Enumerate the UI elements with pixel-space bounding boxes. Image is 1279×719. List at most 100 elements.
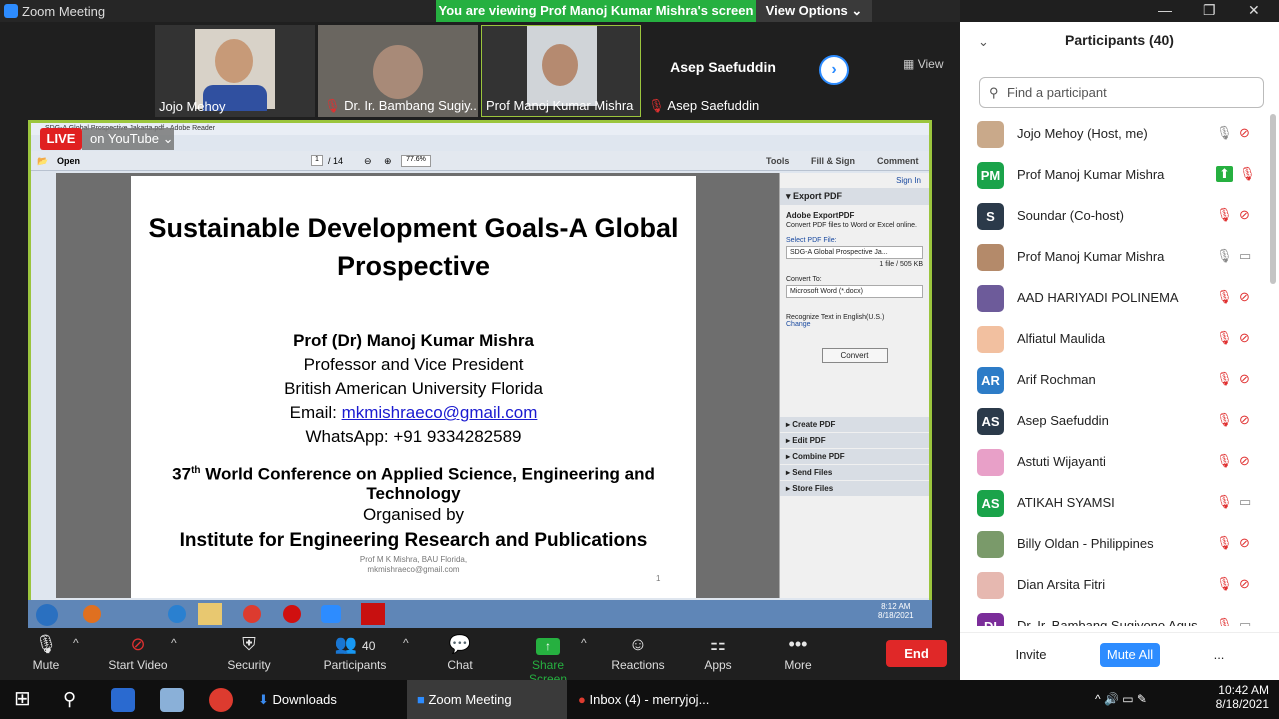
reactions-button[interactable]: ☺ Reactions (608, 632, 668, 672)
format-select[interactable]: Microsoft Word (*.docx) (786, 285, 923, 298)
chevron-up-icon[interactable]: ^ (73, 636, 79, 650)
participant-row[interactable]: DI Dr. Ir. Bambang Sugiyono Agus 🎙 ▭ (960, 606, 1270, 626)
chrome-icon[interactable] (209, 688, 233, 712)
notepad-icon[interactable] (160, 688, 184, 712)
more-button[interactable]: ••• More (779, 632, 817, 672)
security-button[interactable]: ⛨ Security (224, 632, 274, 672)
participant-row[interactable]: Astuti Wijayanti 🎙 ⊘ (960, 442, 1270, 483)
participant-row[interactable]: S Soundar (Co-host) 🎙 ⊘ (960, 196, 1270, 237)
zoom-icon: ■ (417, 692, 425, 707)
zoom-window: Zoom Meeting You are viewing Prof Manoj … (0, 0, 1279, 686)
comment-tab[interactable]: Comment (877, 156, 919, 166)
export-pdf-label: Export PDF (793, 191, 843, 201)
pdf-conf-num: 37 (172, 464, 192, 484)
minimize-icon[interactable]: — (1158, 2, 1172, 18)
panel-footer: Invite Mute All ... (960, 632, 1279, 680)
live-on-youtube[interactable]: on YouTube ⌄ (82, 128, 174, 150)
section-create-pdf[interactable]: ▸ Create PDF (780, 417, 929, 432)
avatar (977, 326, 1004, 353)
apps-button[interactable]: ⚏ Apps (700, 632, 736, 672)
participant-row[interactable]: AS ATIKAH SYAMSI 🎙 ▭ (960, 483, 1270, 524)
restore-icon[interactable]: ❐ (1203, 2, 1216, 19)
view-options-button[interactable]: View Options ⌄ (756, 0, 872, 22)
participant-row[interactable]: AAD HARIYADI POLINEMA 🎙 ⊘ (960, 278, 1270, 319)
participant-row[interactable]: Billy Oldan - Philippines 🎙 ⊘ (960, 524, 1270, 565)
participant-row[interactable]: Jojo Mehoy (Host, me) 🎙 ⊘ (960, 114, 1270, 155)
selected-file[interactable]: SDG-A Global Prospective Ja... (786, 246, 923, 259)
mute-all-button[interactable]: Mute All (1100, 643, 1160, 667)
participant-search-input[interactable]: ⚲ Find a participant (979, 77, 1264, 108)
scrollbar[interactable] (1270, 114, 1276, 284)
chevron-down-icon: ⌄ (851, 3, 863, 18)
mic-muted-icon: 🎙 (648, 98, 665, 113)
video-tile-active[interactable]: Prof Manoj Kumar Mishra (481, 25, 641, 117)
taskbar-clock[interactable]: 10:42 AM 8/18/2021 (1214, 683, 1269, 711)
chevron-up-icon[interactable]: ^ (403, 636, 409, 650)
search-icon[interactable]: ⚲ (63, 680, 76, 719)
taskbar-downloads[interactable]: ⬇ Downloads (258, 680, 406, 719)
mute-button[interactable]: 🎙 Mute (26, 632, 66, 672)
chat-button[interactable]: 💬 Chat (440, 632, 480, 672)
search-icon: ⚲ (989, 85, 999, 100)
export-pdf-header[interactable]: ▾ Export PDF (780, 188, 929, 205)
video-camera-off-icon: ⊘ (1239, 371, 1250, 386)
video-tile[interactable]: Asep Saefuddin 🎙 Asep Saefuddin (644, 25, 804, 117)
export-panel: Adobe ExportPDF Convert PDF files to Wor… (780, 205, 929, 369)
participant-row[interactable]: AS Asep Saefuddin 🎙 ⊘ (960, 401, 1270, 442)
close-icon[interactable]: ✕ (1248, 2, 1260, 19)
taskbar-zoom[interactable]: ■ Zoom Meeting (407, 680, 567, 719)
end-button[interactable]: End (886, 640, 947, 667)
more-options-button[interactable]: ... (1208, 643, 1230, 667)
video-tile[interactable]: 🎙 Dr. Ir. Bambang Sugiy... (318, 25, 478, 117)
avatar: AS (977, 490, 1004, 517)
participant-row[interactable]: Dian Arsita Fitri 🎙 ⊘ (960, 565, 1270, 606)
participant-row[interactable]: Prof Manoj Kumar Mishra 🎙 ▭ (960, 237, 1270, 278)
participant-row[interactable]: Alfiatul Maulida 🎙 ⊘ (960, 319, 1270, 360)
mail-icon[interactable] (111, 688, 135, 712)
chevron-up-icon[interactable]: ^ (171, 636, 177, 650)
video-tile[interactable]: Jojo Mehoy (155, 25, 315, 117)
windows-start-icon[interactable]: ⊞ (14, 680, 31, 719)
participants-button[interactable]: 👥 40 Participants (321, 632, 389, 672)
section-combine-pdf[interactable]: ▸ Combine PDF (780, 449, 929, 464)
firefox-icon (83, 605, 101, 623)
microphone-icon: 🎙 (34, 634, 58, 654)
open-button[interactable]: Open (57, 156, 80, 166)
page-total: / 14 (328, 156, 344, 166)
zoom-out-icon[interactable]: ⊖ (364, 156, 372, 167)
taskbar-chrome[interactable]: ● Inbox (4) - merryjoj... (578, 680, 738, 719)
invite-button[interactable]: Invite (1010, 643, 1052, 667)
page-number-input[interactable]: 1 (311, 155, 323, 166)
meeting-toolbar: 🎙 Mute ^ ⊘ Start Video ^ ⛨ Security 👥 40 Par… (0, 628, 960, 686)
microphone-icon: 🎙 (1216, 125, 1233, 140)
sharing-icon: ⬆ (1216, 166, 1233, 182)
pdf-role: Professor and Vice President (303, 355, 524, 374)
zoom-input[interactable]: 77.6% (401, 155, 431, 167)
change-link[interactable]: Change (786, 321, 923, 328)
participant-name: Jojo Mehoy (Host, me) (1017, 126, 1148, 141)
section-store-files[interactable]: ▸ Store Files (780, 481, 929, 496)
chevron-up-icon[interactable]: ^ (581, 636, 587, 650)
live-badge[interactable]: LIVE (40, 128, 82, 150)
sign-in-link[interactable]: Sign In (780, 173, 929, 185)
view-toggle[interactable]: ▦ View (903, 57, 943, 71)
participant-row[interactable]: PM Prof Manoj Kumar Mishra ⬆ 🎙 (960, 155, 1270, 196)
section-edit-pdf[interactable]: ▸ Edit PDF (780, 433, 929, 448)
tray-icons[interactable]: ^ 🔊 ▭ ✎ (1095, 680, 1147, 719)
pdf-title-1: Sustainable Development Goals-A Global (148, 213, 679, 243)
section-send-files[interactable]: ▸ Send Files (780, 465, 929, 480)
pdf-email-link[interactable]: mkmishraeco@gmail.com (342, 403, 538, 422)
tools-tab[interactable]: Tools (766, 156, 789, 166)
share-screen-button[interactable]: ↑ Share Screen (512, 632, 584, 686)
next-videos-button[interactable]: › (819, 55, 849, 85)
chat-icon: 💬 (448, 634, 472, 654)
fill-sign-tab[interactable]: Fill & Sign (811, 156, 855, 166)
avatar (977, 449, 1004, 476)
more-dots-icon: ••• (788, 634, 808, 654)
participant-row[interactable]: AR Arif Rochman 🎙 ⊘ (960, 360, 1270, 401)
tile-name: Prof Manoj Kumar Mishra (486, 98, 634, 113)
zoom-in-icon[interactable]: ⊕ (384, 156, 392, 167)
view-options-label: View Options (765, 3, 848, 18)
convert-button[interactable]: Convert (821, 348, 888, 363)
start-video-button[interactable]: ⊘ Start Video (105, 632, 171, 672)
